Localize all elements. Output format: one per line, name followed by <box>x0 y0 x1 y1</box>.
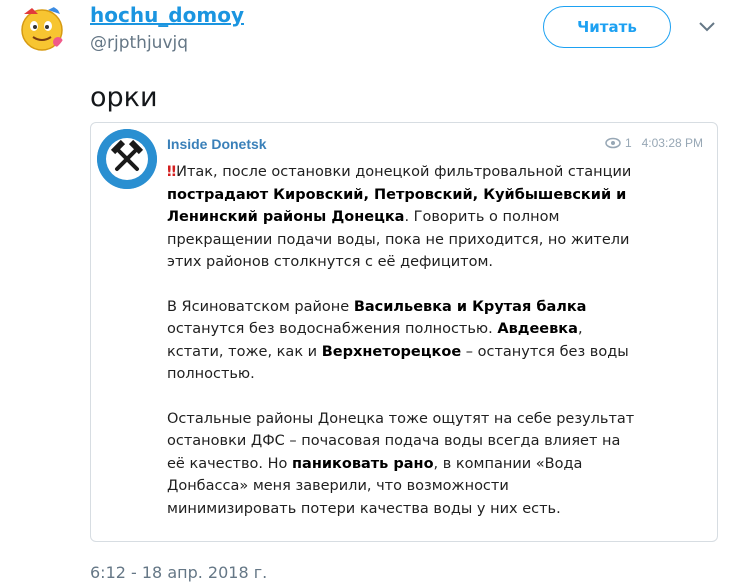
tweet-timestamp[interactable]: 6:12 - 18 апр. 2018 г. <box>90 563 267 582</box>
author-display-name[interactable]: hochu_domoy <box>90 3 244 27</box>
message-text-segment: Авдеевка <box>497 321 578 337</box>
message-text-segment: паниковать рано <box>292 455 434 472</box>
message-paragraph: В Ясиноватском районе Васильевка и Крута… <box>167 296 637 386</box>
message-text-segment: Васильевка и Крутая балка <box>353 298 587 315</box>
embedded-image-card[interactable]: Inside Donetsk 1 4:03:28 PM ‼Итак, после… <box>90 122 718 542</box>
emoji-face-icon <box>21 6 63 51</box>
message-body: ‼Итак, после остановки донецкой фильтров… <box>167 161 637 520</box>
message-text-segment: В Ясиноватском районе <box>167 298 354 315</box>
view-count: 1 <box>624 136 632 150</box>
channel-name: Inside Donetsk <box>167 136 267 152</box>
message-time: 4:03:28 PM <box>641 136 703 150</box>
message-paragraph: ‼Итак, после остановки донецкой фильтров… <box>167 161 637 274</box>
channel-avatar <box>97 129 157 189</box>
follow-button[interactable]: Читать <box>543 6 671 48</box>
eye-icon <box>605 137 621 149</box>
message-text-segment: останутся без водоснабжения полностью. <box>167 321 498 337</box>
double-exclamation-icon: ‼ <box>167 164 177 180</box>
chevron-down-icon[interactable] <box>697 20 717 34</box>
crossed-hammers-icon <box>97 129 157 189</box>
tweet-text: орки <box>90 82 158 113</box>
message-meta: 1 4:03:28 PM <box>605 136 703 150</box>
message-text-segment: Верхнеторецкое <box>321 343 462 360</box>
author-handle: @rjpthjuvjq <box>90 33 189 53</box>
author-avatar[interactable] <box>18 4 66 52</box>
message-paragraph: Остальные районы Донецка тоже ощутят на … <box>167 408 637 521</box>
message-text-segment: Итак, после остановки донецкой фильтрова… <box>176 164 632 180</box>
